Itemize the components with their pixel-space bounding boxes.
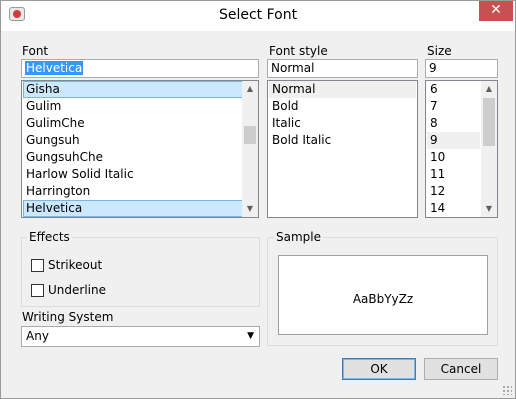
list-item[interactable]: 10 bbox=[427, 149, 445, 166]
scroll-thumb[interactable] bbox=[244, 126, 256, 144]
font-label: Font bbox=[22, 44, 49, 58]
size-list[interactable]: 6 7 8 9 10 11 12 14 ▲ ▼ bbox=[425, 80, 498, 218]
list-item[interactable]: GungsuhChe bbox=[23, 149, 103, 166]
scroll-up-icon[interactable]: ▲ bbox=[242, 81, 258, 97]
resize-grip[interactable] bbox=[502, 385, 512, 395]
font-input[interactable]: Helvetica bbox=[21, 59, 259, 78]
cancel-button[interactable]: Cancel bbox=[424, 358, 498, 380]
writing-system-label: Writing System bbox=[22, 310, 114, 324]
list-item-selected[interactable]: Normal bbox=[269, 81, 416, 98]
underline-label[interactable]: Underline bbox=[48, 283, 106, 297]
list-item[interactable]: 12 bbox=[427, 183, 445, 200]
size-label: Size bbox=[427, 44, 452, 58]
size-list-scrollbar[interactable]: ▲ ▼ bbox=[481, 81, 497, 217]
writing-system-value: Any bbox=[26, 329, 49, 343]
list-item[interactable]: 7 bbox=[427, 98, 438, 115]
writing-system-select[interactable]: Any ▼ bbox=[21, 326, 260, 347]
title-bar: Select Font ✕ bbox=[1, 1, 515, 31]
list-item[interactable]: Gungsuh bbox=[23, 132, 80, 149]
strikeout-checkbox[interactable] bbox=[31, 259, 44, 272]
scroll-thumb[interactable] bbox=[483, 98, 495, 146]
sample-text: AaBbYyZz bbox=[352, 292, 414, 306]
list-item[interactable]: Harlow Solid Italic bbox=[23, 166, 134, 183]
sample-label: Sample bbox=[274, 230, 323, 244]
list-item[interactable]: 6 bbox=[427, 81, 438, 98]
list-item[interactable]: Bold Italic bbox=[269, 132, 331, 149]
underline-checkbox[interactable] bbox=[31, 284, 44, 297]
list-item[interactable]: GulimChe bbox=[23, 115, 85, 132]
font-style-input[interactable]: Normal bbox=[267, 59, 418, 78]
list-item[interactable]: 11 bbox=[427, 166, 445, 183]
close-button[interactable]: ✕ bbox=[479, 1, 513, 21]
list-item[interactable]: 14 bbox=[427, 200, 445, 217]
list-item-selected[interactable]: 9 bbox=[427, 132, 480, 149]
chevron-down-icon: ▼ bbox=[247, 331, 254, 341]
scroll-down-icon[interactable]: ▼ bbox=[242, 201, 258, 217]
close-icon: ✕ bbox=[490, 2, 502, 18]
list-item[interactable]: Harrington bbox=[23, 183, 90, 200]
select-font-dialog: Select Font ✕ Font Helvetica Gisha Gulim… bbox=[0, 0, 516, 399]
strikeout-label[interactable]: Strikeout bbox=[48, 258, 102, 272]
list-item[interactable]: Bold bbox=[269, 98, 299, 115]
font-style-label: Font style bbox=[269, 44, 328, 58]
scroll-down-icon[interactable]: ▼ bbox=[481, 201, 497, 217]
list-item[interactable]: 8 bbox=[427, 115, 438, 132]
list-item[interactable]: Italic bbox=[269, 115, 301, 132]
sample-preview: AaBbYyZz bbox=[278, 255, 488, 335]
scroll-up-icon[interactable]: ▲ bbox=[481, 81, 497, 97]
size-input[interactable]: 9 bbox=[425, 59, 498, 78]
font-list[interactable]: Gisha Gulim GulimChe Gungsuh GungsuhChe … bbox=[21, 80, 259, 218]
effects-label: Effects bbox=[27, 230, 72, 244]
ok-button[interactable]: OK bbox=[342, 358, 416, 380]
font-list-scrollbar[interactable]: ▲ ▼ bbox=[242, 81, 258, 217]
font-style-list[interactable]: Normal Bold Italic Bold Italic bbox=[267, 80, 418, 218]
font-input-value: Helvetica bbox=[25, 61, 84, 75]
list-item-selected[interactable]: Helvetica bbox=[23, 200, 243, 217]
list-item[interactable]: Gisha bbox=[23, 81, 243, 98]
list-item[interactable]: Gulim bbox=[23, 98, 61, 115]
dialog-title: Select Font bbox=[218, 7, 298, 23]
